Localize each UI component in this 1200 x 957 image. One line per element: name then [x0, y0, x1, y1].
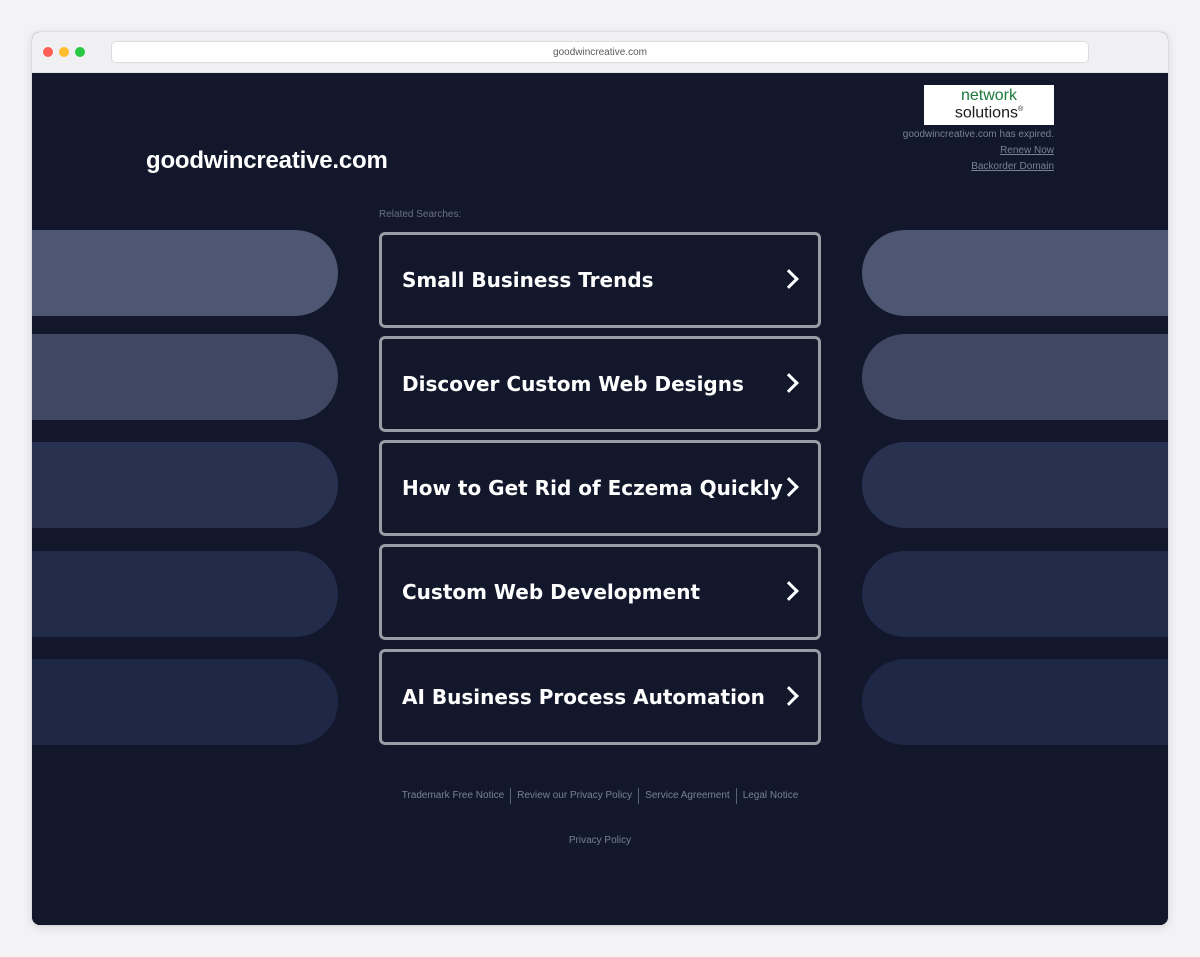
- related-search-button[interactable]: Discover Custom Web Designs: [379, 336, 821, 432]
- decorative-pill-right-3: [862, 442, 1168, 528]
- related-searches-label: Related Searches:: [379, 209, 462, 220]
- expired-notice: goodwincreative.com has expired.: [902, 129, 1054, 140]
- browser-window: goodwincreative.com goodwincreative.com …: [32, 32, 1168, 925]
- related-search-button[interactable]: How to Get Rid of Eczema Quickly: [379, 440, 821, 536]
- related-search-button[interactable]: Small Business Trends: [379, 232, 821, 328]
- related-search-label: Discover Custom Web Designs: [402, 372, 744, 396]
- renew-now-link[interactable]: Renew Now: [1000, 145, 1054, 156]
- minimize-window-icon[interactable]: [59, 47, 69, 57]
- related-search-label: How to Get Rid of Eczema Quickly: [402, 476, 783, 500]
- decorative-pill-right-4: [862, 551, 1168, 637]
- related-search-button[interactable]: Custom Web Development: [379, 544, 821, 640]
- decorative-pill-right-1: [862, 230, 1168, 316]
- privacy-policy-link[interactable]: Privacy Policy: [32, 835, 1168, 846]
- address-bar-url: goodwincreative.com: [553, 46, 647, 58]
- close-window-icon[interactable]: [43, 47, 53, 57]
- decorative-pill-right-2: [862, 334, 1168, 420]
- browser-titlebar: goodwincreative.com: [32, 32, 1168, 73]
- privacy-policy-review-link[interactable]: Review our Privacy Policy: [511, 790, 638, 804]
- logo-line-2: solutions®: [954, 103, 1024, 122]
- decorative-pill-left-3: [32, 442, 338, 528]
- legal-notice-link[interactable]: Legal Notice: [737, 790, 805, 804]
- chevron-right-icon: [779, 686, 799, 706]
- decorative-pill-left-4: [32, 551, 338, 637]
- footer-links: Trademark Free Notice Review our Privacy…: [32, 788, 1168, 804]
- related-search-label: AI Business Process Automation: [402, 685, 765, 709]
- backorder-domain-link[interactable]: Backorder Domain: [971, 161, 1054, 172]
- decorative-pill-left-1: [32, 230, 338, 316]
- site-title: goodwincreative.com: [146, 147, 388, 174]
- trademark-notice-link[interactable]: Trademark Free Notice: [396, 790, 510, 804]
- decorative-pill-left-2: [32, 334, 338, 420]
- page-content: goodwincreative.com network solutions® g…: [32, 73, 1168, 925]
- logo-line-2-text: solutions: [954, 104, 1018, 122]
- chevron-right-icon: [779, 373, 799, 393]
- network-solutions-logo[interactable]: network solutions®: [924, 85, 1054, 125]
- decorative-pill-right-5: [862, 659, 1168, 745]
- chevron-right-icon: [779, 581, 799, 601]
- decorative-pill-left-5: [32, 659, 338, 745]
- chevron-right-icon: [779, 269, 799, 289]
- maximize-window-icon[interactable]: [75, 47, 85, 57]
- related-search-label: Custom Web Development: [402, 580, 700, 604]
- address-bar[interactable]: goodwincreative.com: [111, 41, 1089, 63]
- related-search-label: Small Business Trends: [402, 268, 654, 292]
- logo-line-1: network: [960, 87, 1018, 105]
- registered-mark: ®: [1017, 106, 1024, 114]
- service-agreement-link[interactable]: Service Agreement: [639, 790, 736, 804]
- related-search-button[interactable]: AI Business Process Automation: [379, 649, 821, 745]
